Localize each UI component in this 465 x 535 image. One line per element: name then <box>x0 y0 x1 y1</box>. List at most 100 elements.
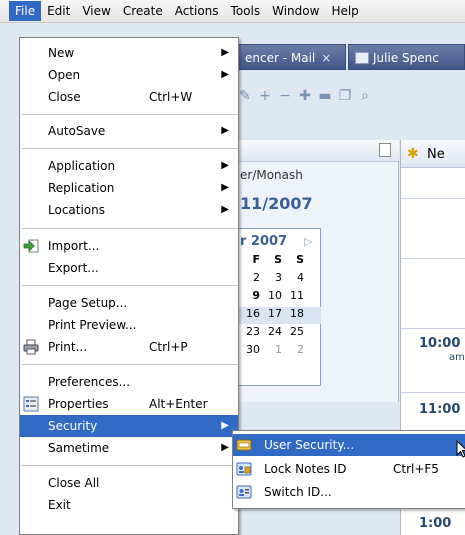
day-cell[interactable]: 30 <box>240 343 260 356</box>
menu-item-switch-id[interactable]: Switch ID... <box>233 481 465 503</box>
day-cell[interactable]: 10 <box>262 289 282 302</box>
time-slot-label: 1:00 <box>419 516 452 531</box>
menu-item-application[interactable]: Application ▶ <box>20 155 238 177</box>
menu-item-label: Properties <box>48 397 109 411</box>
menu-item-print[interactable]: Print... Ctrl+P <box>20 336 238 358</box>
day-cell[interactable]: 11 <box>284 289 304 302</box>
menu-item-label: Close All <box>48 476 100 490</box>
menu-item-label: Switch ID... <box>264 485 332 499</box>
file-menu: New ▶ Open ▶ Close Ctrl+W AutoSave ▶ App… <box>19 37 239 535</box>
menu-item-new[interactable]: New ▶ <box>20 42 238 64</box>
add-icon[interactable]: + <box>258 89 272 103</box>
copy-icon[interactable]: ❐ <box>338 89 352 103</box>
menu-tools[interactable]: Tools <box>225 1 267 21</box>
tab-calendar[interactable]: Julie Spenc <box>348 44 465 70</box>
menu-item-close-all[interactable]: Close All <box>20 472 238 494</box>
menu-item-user-security[interactable]: User Security... <box>233 434 465 456</box>
toolbar: ✎ + − ✚ ▬ ❐ ⌕ <box>238 80 465 112</box>
day-cell[interactable]: 25 <box>284 325 304 338</box>
lock-id-icon <box>236 461 252 477</box>
properties-icon <box>23 396 39 412</box>
menu-item-autosave[interactable]: AutoSave ▶ <box>20 120 238 142</box>
day-cell[interactable]: 18 <box>284 307 304 320</box>
menu-window[interactable]: Window <box>266 1 325 21</box>
menu-separator <box>22 228 238 229</box>
calendar-path: er/Monash <box>240 168 303 182</box>
menu-item-lock-notes-id[interactable]: Lock Notes ID Ctrl+F5 <box>233 458 465 480</box>
menu-create[interactable]: Create <box>117 1 169 21</box>
menu-separator <box>22 285 238 286</box>
menu-separator <box>22 364 238 365</box>
menu-view[interactable]: View <box>76 1 116 21</box>
edit-icon[interactable]: ✎ <box>238 89 252 103</box>
menu-item-preferences[interactable]: Preferences... <box>20 371 238 393</box>
time-slot-label: 10:00 <box>419 336 461 351</box>
menu-item-locations[interactable]: Locations ▶ <box>20 199 238 221</box>
shortcut-label: Alt+Enter <box>149 397 208 411</box>
day-header: S <box>274 253 282 266</box>
menu-item-print-preview[interactable]: Print Preview... <box>20 314 238 336</box>
menu-item-label: Security <box>48 419 98 433</box>
menu-help[interactable]: Help <box>325 1 364 21</box>
menu-edit[interactable]: Edit <box>41 1 76 21</box>
day-cell[interactable]: 16 <box>240 307 260 320</box>
menu-item-label: Open <box>48 68 81 82</box>
day-cell[interactable]: 3 <box>262 271 282 284</box>
submenu-arrow-icon: ▶ <box>221 182 229 193</box>
menu-item-label: New <box>48 46 75 60</box>
add-entry-icon[interactable]: ✚ <box>298 89 312 103</box>
menu-item-label: Preferences... <box>48 375 131 389</box>
day-cell[interactable]: 9 <box>240 289 260 302</box>
day-cell[interactable]: 1 <box>262 343 282 356</box>
next-month-icon[interactable]: ▷ <box>304 235 312 248</box>
panel-menu-icon[interactable] <box>379 143 391 157</box>
remove-entry-icon[interactable]: ▬ <box>318 89 332 103</box>
day-cell[interactable]: 24 <box>262 325 282 338</box>
menu-item-label: Exit <box>48 498 71 512</box>
menu-item-replication[interactable]: Replication ▶ <box>20 177 238 199</box>
day-cell[interactable]: 17 <box>262 307 282 320</box>
day-cell[interactable]: 23 <box>240 325 260 338</box>
menu-item-label: Print... <box>48 340 88 354</box>
menu-item-close[interactable]: Close Ctrl+W <box>20 86 238 108</box>
calendar-panel-header <box>238 140 399 162</box>
menu-separator <box>22 148 238 149</box>
menu-item-security[interactable]: Security ▶ <box>20 415 238 437</box>
calendar-panel: er/Monash 11/2007 r 2007 ▷ F S S 2 3 4 9… <box>238 140 399 402</box>
menu-item-label: Print Preview... <box>48 318 137 332</box>
tab-mail-label: encer - Mail <box>245 51 316 65</box>
mini-calendar: r 2007 ▷ F S S 2 3 4 9 10 11 16 17 18 23… <box>238 228 321 386</box>
new-entry-label[interactable]: Ne <box>427 147 445 162</box>
remove-icon[interactable]: − <box>278 89 292 103</box>
mouse-cursor-icon <box>456 439 465 458</box>
shortcut-label: Ctrl+F5 <box>393 462 439 476</box>
tab-mail[interactable]: encer - Mail × <box>238 44 346 70</box>
find-icon[interactable]: ⌕ <box>358 89 372 103</box>
menu-item-open[interactable]: Open ▶ <box>20 64 238 86</box>
day-cell[interactable]: 2 <box>284 343 304 356</box>
menu-actions[interactable]: Actions <box>169 1 225 21</box>
day-cell[interactable]: 2 <box>240 271 260 284</box>
week-row: 9 10 11 <box>238 289 321 306</box>
menu-item-properties[interactable]: Properties Alt+Enter <box>20 393 238 415</box>
menu-item-sametime[interactable]: Sametime ▶ <box>20 437 238 459</box>
import-icon <box>23 238 39 254</box>
week-row: 30 1 2 <box>238 343 321 360</box>
menu-bar: File Edit View Create Actions Tools Wind… <box>0 0 465 23</box>
menu-item-export[interactable]: Export... <box>20 257 238 279</box>
day-header: F <box>252 253 260 266</box>
divider <box>401 258 465 259</box>
menu-item-label: Application <box>48 159 116 173</box>
switch-id-icon <box>236 484 252 500</box>
day-cell[interactable]: 4 <box>284 271 304 284</box>
menu-item-exit[interactable]: Exit <box>20 494 238 516</box>
close-tab-icon[interactable]: × <box>321 51 331 65</box>
divider <box>401 328 465 329</box>
new-entry-icon[interactable]: ✱ <box>407 146 423 162</box>
divider <box>401 392 465 393</box>
menu-item-import[interactable]: Import... <box>20 235 238 257</box>
menu-file[interactable]: File <box>9 1 42 21</box>
time-slot-label: 11:00 <box>419 402 461 417</box>
security-submenu: User Security... Lock Notes ID Ctrl+F5 S… <box>232 430 465 509</box>
menu-item-page-setup[interactable]: Page Setup... <box>20 292 238 314</box>
